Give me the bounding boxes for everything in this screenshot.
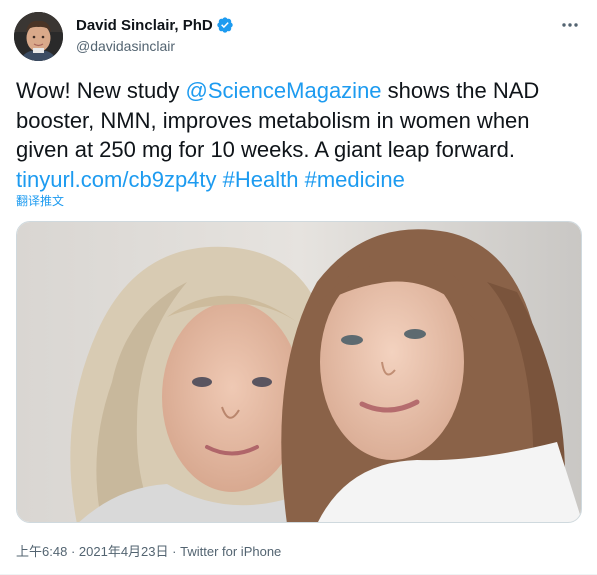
tweet-line: given at 250 mg for 10 weeks. A giant le… (16, 135, 584, 165)
more-horizontal-icon (562, 23, 578, 27)
hashtag-health-link[interactable]: #Health (223, 167, 299, 192)
url-link[interactable]: tinyurl.com/cb9zp4ty (16, 167, 217, 192)
hashtag-medicine-link[interactable]: #medicine (305, 167, 405, 192)
avatar-image (14, 12, 63, 61)
tweet-text-segment: shows the NAD (381, 78, 540, 103)
verified-badge-icon (217, 17, 233, 33)
display-name[interactable]: David Sinclair, PhD (76, 17, 213, 34)
tweet-source[interactable]: Twitter for iPhone (180, 544, 281, 559)
translate-tweet-link[interactable]: 翻译推文 (16, 192, 64, 209)
tweet-line: Wow! New study @ScienceMagazine shows th… (16, 76, 584, 106)
tweet-date[interactable]: 2021年4月23日 (79, 544, 169, 559)
tweet-line: booster, NMN, improves metabolism in wom… (16, 106, 584, 136)
tweet-time[interactable]: 上午6:48 (16, 544, 67, 559)
tweet-card: David Sinclair, PhD @davidasinclair Wow!… (0, 0, 597, 575)
tweet-text: Wow! New study @ScienceMagazine shows th… (16, 76, 584, 194)
author-block: David Sinclair, PhD @davidasinclair (76, 15, 234, 54)
tweet-text-segment: booster, NMN, improves metabolism in wom… (16, 107, 530, 133)
meta-separator: · (70, 544, 76, 559)
tweet-text-segment: given at 250 mg for 10 weeks. A giant le… (16, 137, 515, 162)
tweet-text-segment: Wow! New study (16, 78, 186, 103)
tweet-meta: 上午6:48 · 2021年4月23日 · Twitter for iPhone (16, 541, 281, 560)
tweet-line: tinyurl.com/cb9zp4ty #Health #medicine (16, 165, 584, 195)
avatar[interactable] (14, 12, 63, 61)
photo-image (17, 222, 581, 522)
name-row: David Sinclair, PhD (76, 15, 234, 35)
tweet-photo[interactable] (16, 221, 582, 523)
handle[interactable]: @davidasinclair (76, 38, 234, 54)
mention-link[interactable]: @ScienceMagazine (186, 78, 382, 103)
more-button[interactable] (559, 14, 581, 36)
meta-separator: · (172, 544, 177, 559)
